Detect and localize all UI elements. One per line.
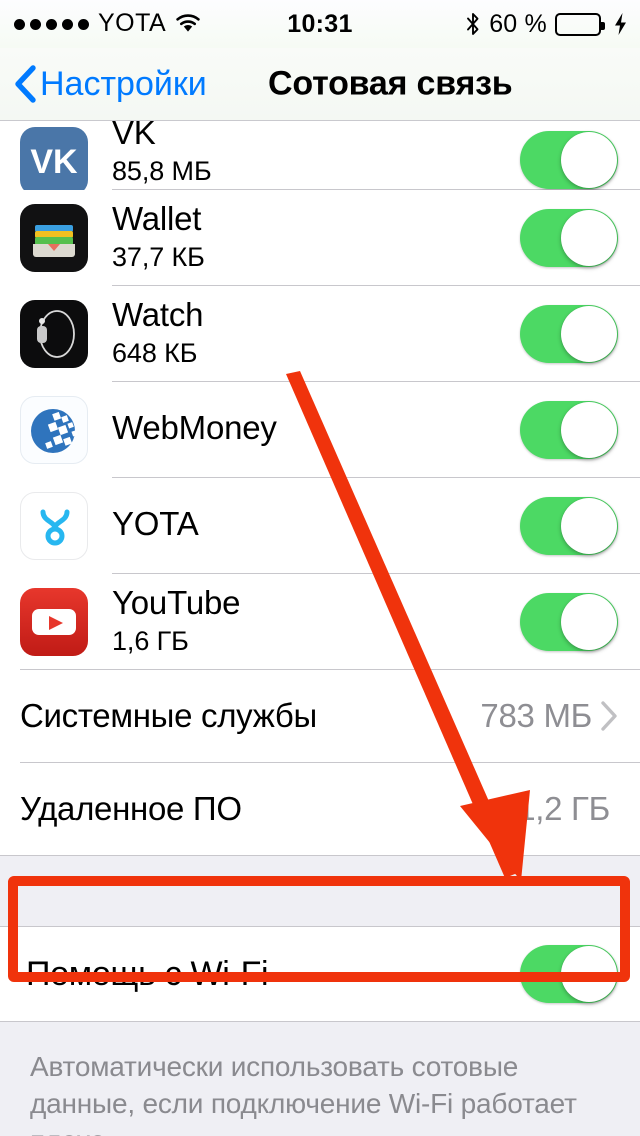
wifi-assist-label: Помощь с Wi-Fi [26,954,269,993]
uninstalled-apps-value: 1,2 ГБ [517,790,610,827]
table-row[interactable]: VK VK 85,8 МБ [0,121,640,195]
row-labels: VK 85,8 МБ [112,121,520,189]
youtube-app-icon [20,587,88,656]
svg-text:VK: VK [30,143,78,181]
app-name: Watch [112,296,204,334]
back-button-label: Настройки [40,65,207,103]
uninstalled-apps-row[interactable]: Удаленное ПО 1,2 ГБ [0,763,640,855]
row-labels: YouTube 1,6 ГБ [112,584,520,657]
yota-app-icon [20,491,88,560]
row-labels: YOTA [112,504,520,546]
row-labels: Watch 648 КБ [112,296,520,369]
wifi-assist-row[interactable]: Помощь с Wi-Fi [0,926,640,1022]
section-gap [0,855,640,926]
table-row[interactable]: WebMoney [0,382,640,477]
battery-icon [555,12,605,36]
table-row[interactable]: YOTA [0,478,640,573]
cellular-toggle[interactable] [520,592,618,651]
wifi-assist-footer-text: Автоматически использовать сотовые данны… [0,1022,640,1136]
cellular-toggle[interactable] [520,400,618,459]
app-size: 37,7 КБ [112,242,205,273]
iphone-screen: YOTA 10:31 60 % Настройки Сотовая связь … [0,0,640,1136]
page-title: Сотовая связь [268,64,513,103]
webmoney-app-icon [20,395,88,464]
status-bar-right: 60 % [465,10,628,39]
watch-app-icon [20,299,88,368]
battery-percent-label: 60 % [489,9,547,38]
app-name: YOTA [112,504,199,542]
chevron-left-icon [14,65,36,103]
system-services-row[interactable]: Системные службы 783 МБ [0,670,640,762]
app-name: VK [112,121,156,151]
app-name: Wallet [112,200,202,238]
app-name: YouTube [112,584,241,622]
app-size: 1,6 ГБ [112,626,189,657]
table-row[interactable]: Wallet 37,7 КБ [0,190,640,285]
app-size: 648 КБ [112,338,198,369]
uninstalled-apps-label: Удаленное ПО [20,790,242,827]
system-services-label: Системные службы [20,697,317,734]
wifi-assist-toggle[interactable] [520,945,618,1003]
app-cellular-data-group: VK VK 85,8 МБ Wallet 37,7 КБ Watch 648 К… [0,121,640,855]
row-labels: WebMoney [112,408,520,450]
table-row[interactable]: YouTube 1,6 ГБ [0,574,640,669]
bluetooth-icon [465,12,481,36]
cellular-toggle[interactable] [520,131,618,189]
cellular-toggle[interactable] [520,496,618,555]
system-services-value: 783 МБ [480,697,592,734]
cellular-toggle[interactable] [520,304,618,363]
chevron-right-icon [600,700,618,732]
cellular-toggle[interactable] [520,208,618,267]
app-name: WebMoney [112,408,277,446]
status-bar: YOTA 10:31 60 % [0,0,640,48]
app-size: 85,8 МБ [112,155,212,186]
wallet-app-icon [20,203,88,272]
lightning-bolt-icon [609,12,628,36]
row-labels: Wallet 37,7 КБ [112,200,520,273]
settings-list[interactable]: VK VK 85,8 МБ Wallet 37,7 КБ Watch 648 К… [0,121,640,1136]
vk-app-icon: VK [20,127,88,195]
table-row[interactable]: Watch 648 КБ [0,286,640,381]
navigation-bar: Настройки Сотовая связь [0,48,640,121]
back-button[interactable]: Настройки [14,65,207,103]
